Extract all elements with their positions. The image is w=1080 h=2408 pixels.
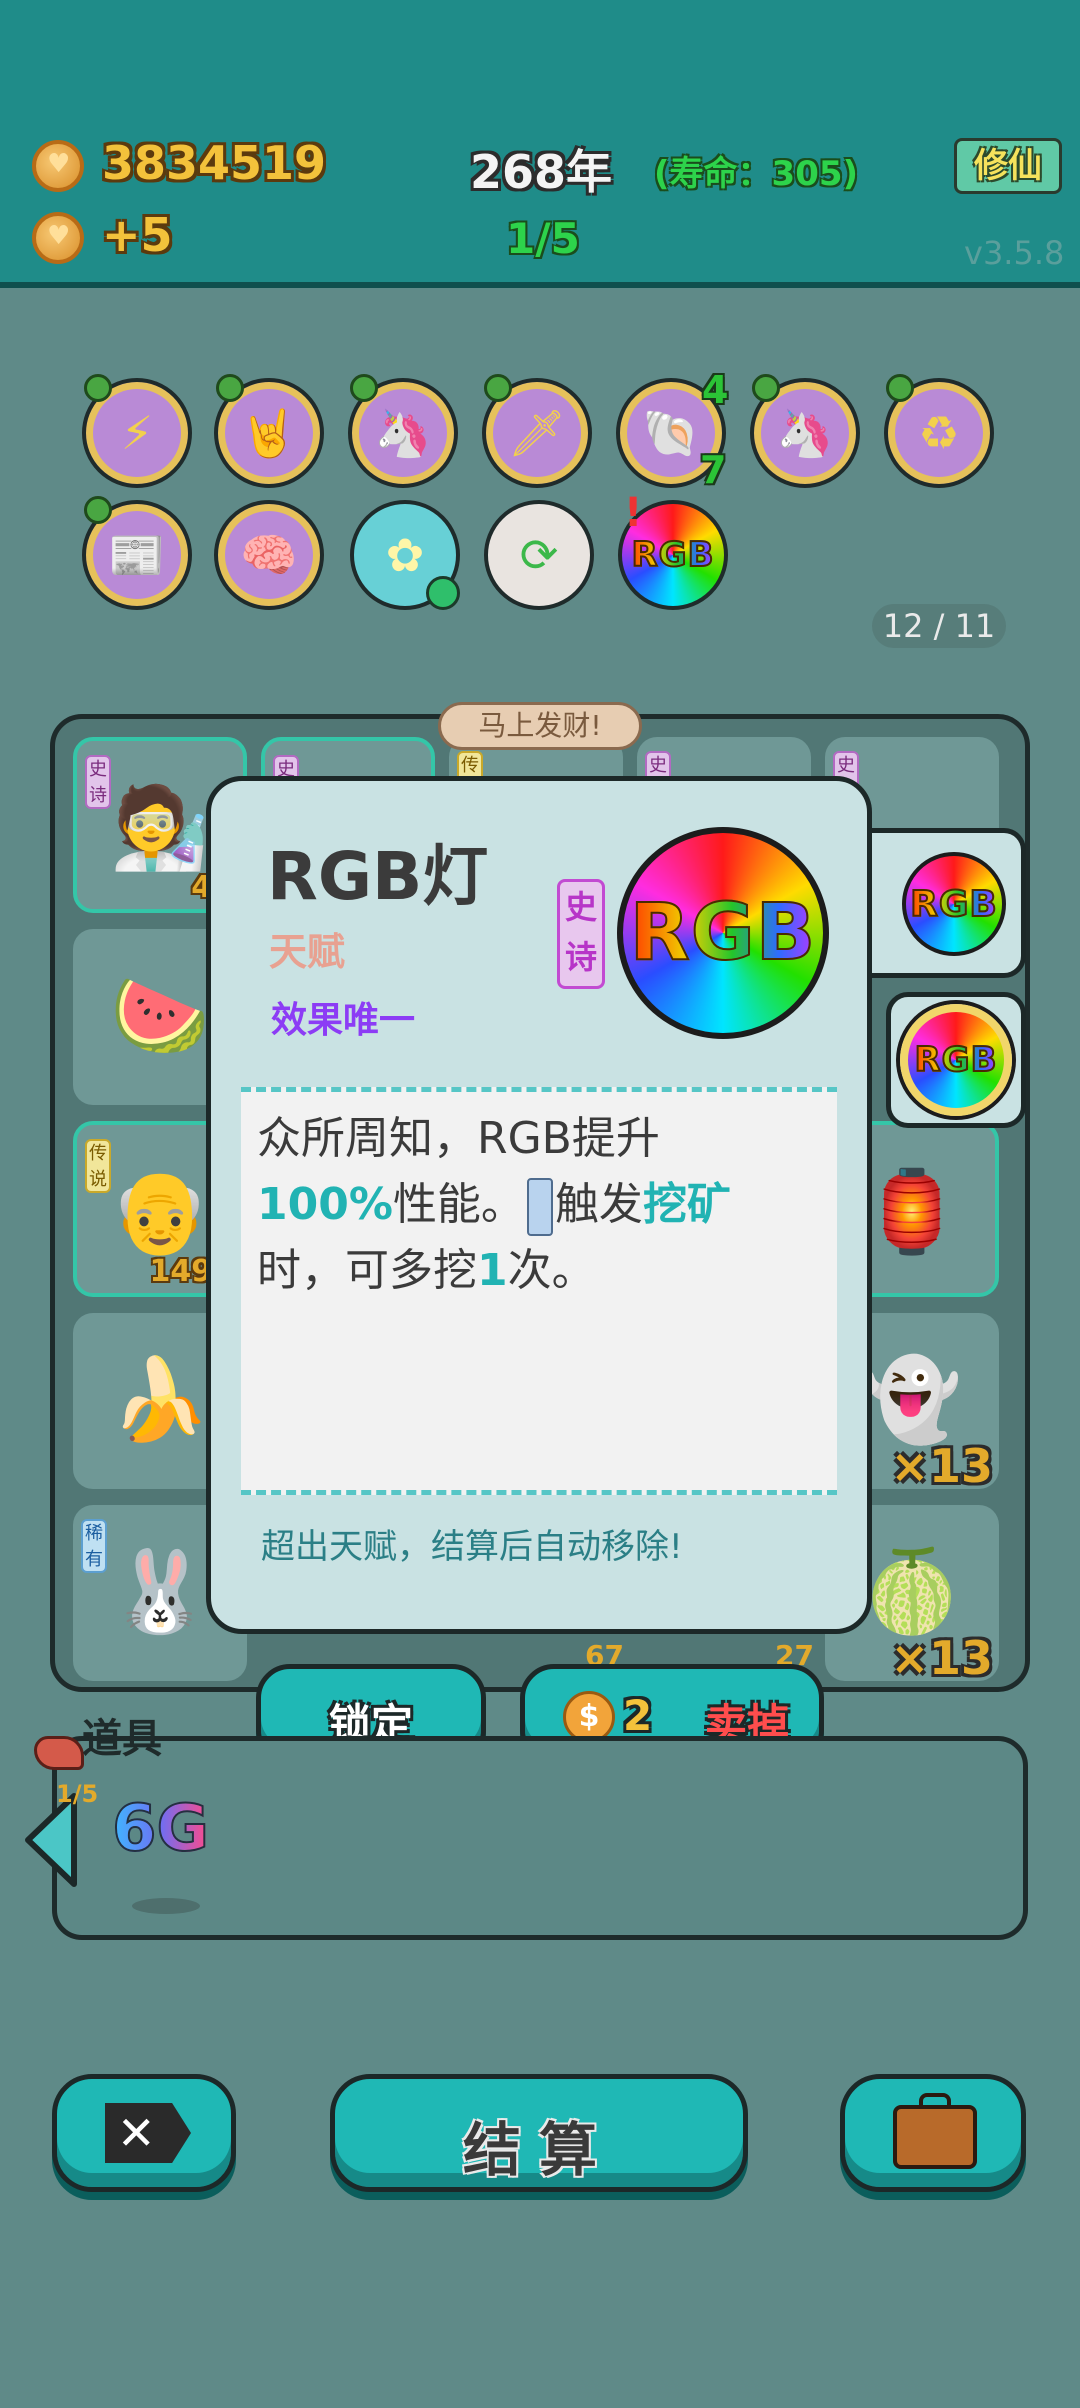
talent-count: 12 / 11 (872, 604, 1006, 648)
year-counter: 268年 (470, 145, 613, 199)
popup-type: 天赋 (269, 930, 346, 974)
shell-count-bottom: 7 (700, 448, 727, 492)
coin-icon (32, 140, 84, 192)
desc-line-3: 时，可多挖1次。 (257, 1238, 821, 1304)
rgb-icon: RGB (630, 534, 715, 576)
props-fraction: 1/5 (56, 1780, 99, 1808)
version-label: v3.5.8 (964, 234, 1065, 272)
unicorn-icon: 🦄 (374, 405, 432, 460)
settle-label: 结算 (462, 2116, 615, 2184)
pin-icon (84, 374, 112, 402)
pin-icon (752, 374, 780, 402)
desc-keyword: 100% (257, 1179, 393, 1230)
pin-icon (216, 374, 244, 402)
settle-button[interactable]: 结算 (330, 2074, 748, 2192)
sell-price: 2 (623, 1691, 653, 1740)
unicorn-icon: 🦄 (776, 405, 834, 460)
desc-keyword: 1 (477, 1245, 508, 1296)
briefcase-icon (893, 2105, 977, 2169)
desc-text: 时，可多挖 (257, 1245, 477, 1296)
rarity-badge: 史诗 (557, 879, 605, 989)
stack-count: ×13 (890, 1631, 993, 1685)
popup-title: RGB灯 (267, 838, 489, 915)
pin-icon (484, 374, 512, 402)
math-head-icon: 🧠 (240, 527, 298, 582)
discard-icon: ✕ (105, 2103, 191, 2163)
prop-6g-item[interactable]: 6G (111, 1791, 210, 1867)
magazine-icon: 📰 (108, 527, 166, 582)
rgb-orb-icon: RGB (902, 852, 1006, 956)
status-dot (426, 576, 460, 610)
lightning-icon: ⚡ (120, 406, 154, 460)
props-label: 道具 (82, 1716, 162, 1762)
coin-income: +5 (102, 208, 173, 262)
lifespan-label: (寿命：305) (654, 154, 859, 194)
desc-text: 次。 (507, 1245, 596, 1296)
shell-icon: 🐚 (642, 405, 700, 460)
coin-income-icon (32, 212, 84, 264)
popup-effect: 效果唯一 (271, 1000, 416, 1041)
stack-count: ×13 (890, 1439, 993, 1493)
talent-math-head[interactable]: 🧠 (214, 500, 324, 610)
pin-icon (350, 374, 378, 402)
desc-line-1: 众所周知，RGB提升 (257, 1113, 660, 1164)
discard-button[interactable]: ✕ (52, 2074, 236, 2192)
desc-text: 性能。 (392, 1179, 525, 1230)
shell-count-top: 4 (702, 368, 729, 412)
coin-total: 3834519 (102, 136, 327, 190)
inventory-bag-button[interactable] (840, 2074, 1026, 2192)
flower-pot-icon: ✿ (385, 528, 425, 582)
talent-refresh[interactable]: ⟳ (484, 500, 594, 610)
chip-icon (526, 1178, 553, 1236)
rock-hand-icon: 🤘 (240, 405, 298, 460)
speech-bubble: 马上发财! (438, 702, 642, 750)
cultivate-button[interactable]: 修仙 (954, 138, 1062, 194)
refresh-icon: ⟳ (519, 528, 559, 582)
prop-shadow (132, 1898, 200, 1914)
pin-icon (84, 496, 112, 524)
pin-icon (886, 374, 914, 402)
round-counter: 1/5 (506, 214, 580, 263)
desc-text: 触发 (554, 1179, 643, 1230)
desc-keyword: 挖矿 (642, 1179, 731, 1230)
props-hand-icon (34, 1736, 84, 1770)
rgb-orb-gold-icon: RGB (900, 1004, 1012, 1116)
desc-line-2: 100%性能。 触发挖矿 (257, 1172, 821, 1238)
popup-footer-note: 超出天赋，结算后自动移除! (261, 1527, 683, 1567)
rgb-orb-icon: RGB (617, 827, 829, 1039)
sword-pot-icon: 🗡 (507, 405, 567, 460)
alert-icon: ! (624, 490, 643, 536)
recycle-icon: ♻ (918, 406, 960, 460)
popup-description: 众所周知，RGB提升 100%性能。 触发挖矿 时，可多挖1次。 (241, 1087, 837, 1495)
item-detail-popup: RGB灯 天赋 效果唯一 史诗 RGB 众所周知，RGB提升 100%性能。 触发… (206, 776, 872, 1634)
